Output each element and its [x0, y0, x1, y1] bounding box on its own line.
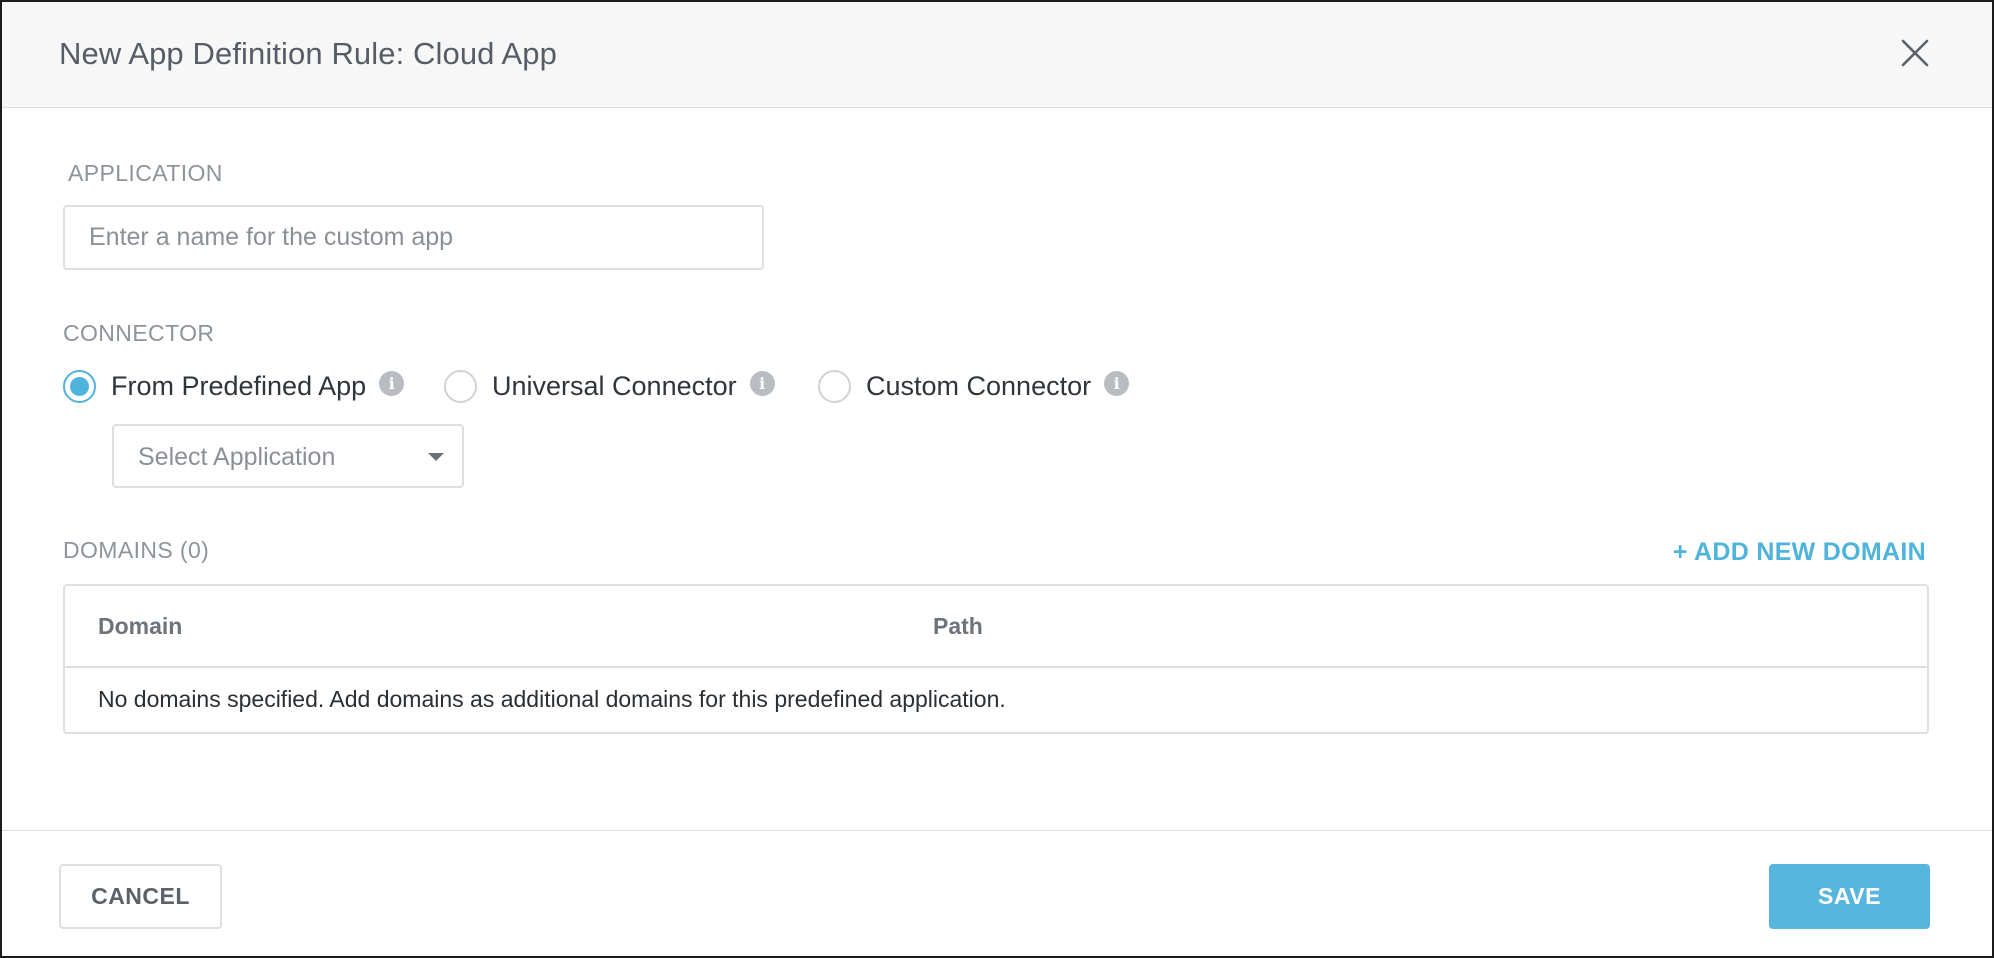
select-application-dropdown[interactable]: Select Application: [112, 424, 464, 488]
close-icon[interactable]: [1898, 36, 1932, 70]
table-header: Domain Path: [65, 586, 1927, 668]
select-placeholder: Select Application: [138, 443, 336, 471]
dialog-header: New App Definition Rule: Cloud App: [2, 2, 1992, 108]
radio-universal-connector[interactable]: Universal Connector i: [444, 368, 775, 404]
save-button[interactable]: SAVE: [1769, 864, 1930, 929]
dialog-title: New App Definition Rule: Cloud App: [59, 36, 557, 71]
empty-table-message: No domains specified. Add domains as add…: [98, 686, 1006, 712]
application-label: APPLICATION: [68, 160, 223, 186]
app-definition-dialog: New App Definition Rule: Cloud App APPLI…: [0, 0, 1994, 958]
add-new-domain-link[interactable]: + ADD NEW DOMAIN: [1673, 538, 1926, 567]
radio-custom-connector[interactable]: Custom Connector i: [818, 368, 1130, 404]
connector-label: CONNECTOR: [63, 320, 215, 346]
info-icon[interactable]: i: [749, 370, 775, 396]
application-name-input[interactable]: [63, 205, 764, 270]
radio-button-checked[interactable]: [63, 369, 96, 403]
radio-from-predefined-app[interactable]: From Predefined App i: [63, 368, 405, 404]
column-header-domain: Domain: [98, 613, 183, 639]
dialog-footer: CANCEL SAVE: [2, 830, 1992, 956]
radio-label: Universal Connector: [492, 370, 737, 401]
info-icon[interactable]: i: [1104, 370, 1130, 396]
domains-label: DOMAINS (0): [63, 537, 210, 563]
radio-label: Custom Connector: [866, 370, 1092, 401]
column-header-path: Path: [933, 613, 983, 639]
radio-label: From Predefined App: [111, 370, 367, 401]
chevron-down-icon: [428, 453, 444, 461]
domains-table: Domain Path No domains specified. Add do…: [63, 584, 1929, 734]
cancel-button[interactable]: CANCEL: [59, 864, 222, 929]
info-icon[interactable]: i: [379, 370, 405, 396]
radio-button[interactable]: [818, 369, 851, 403]
radio-button[interactable]: [444, 369, 477, 403]
